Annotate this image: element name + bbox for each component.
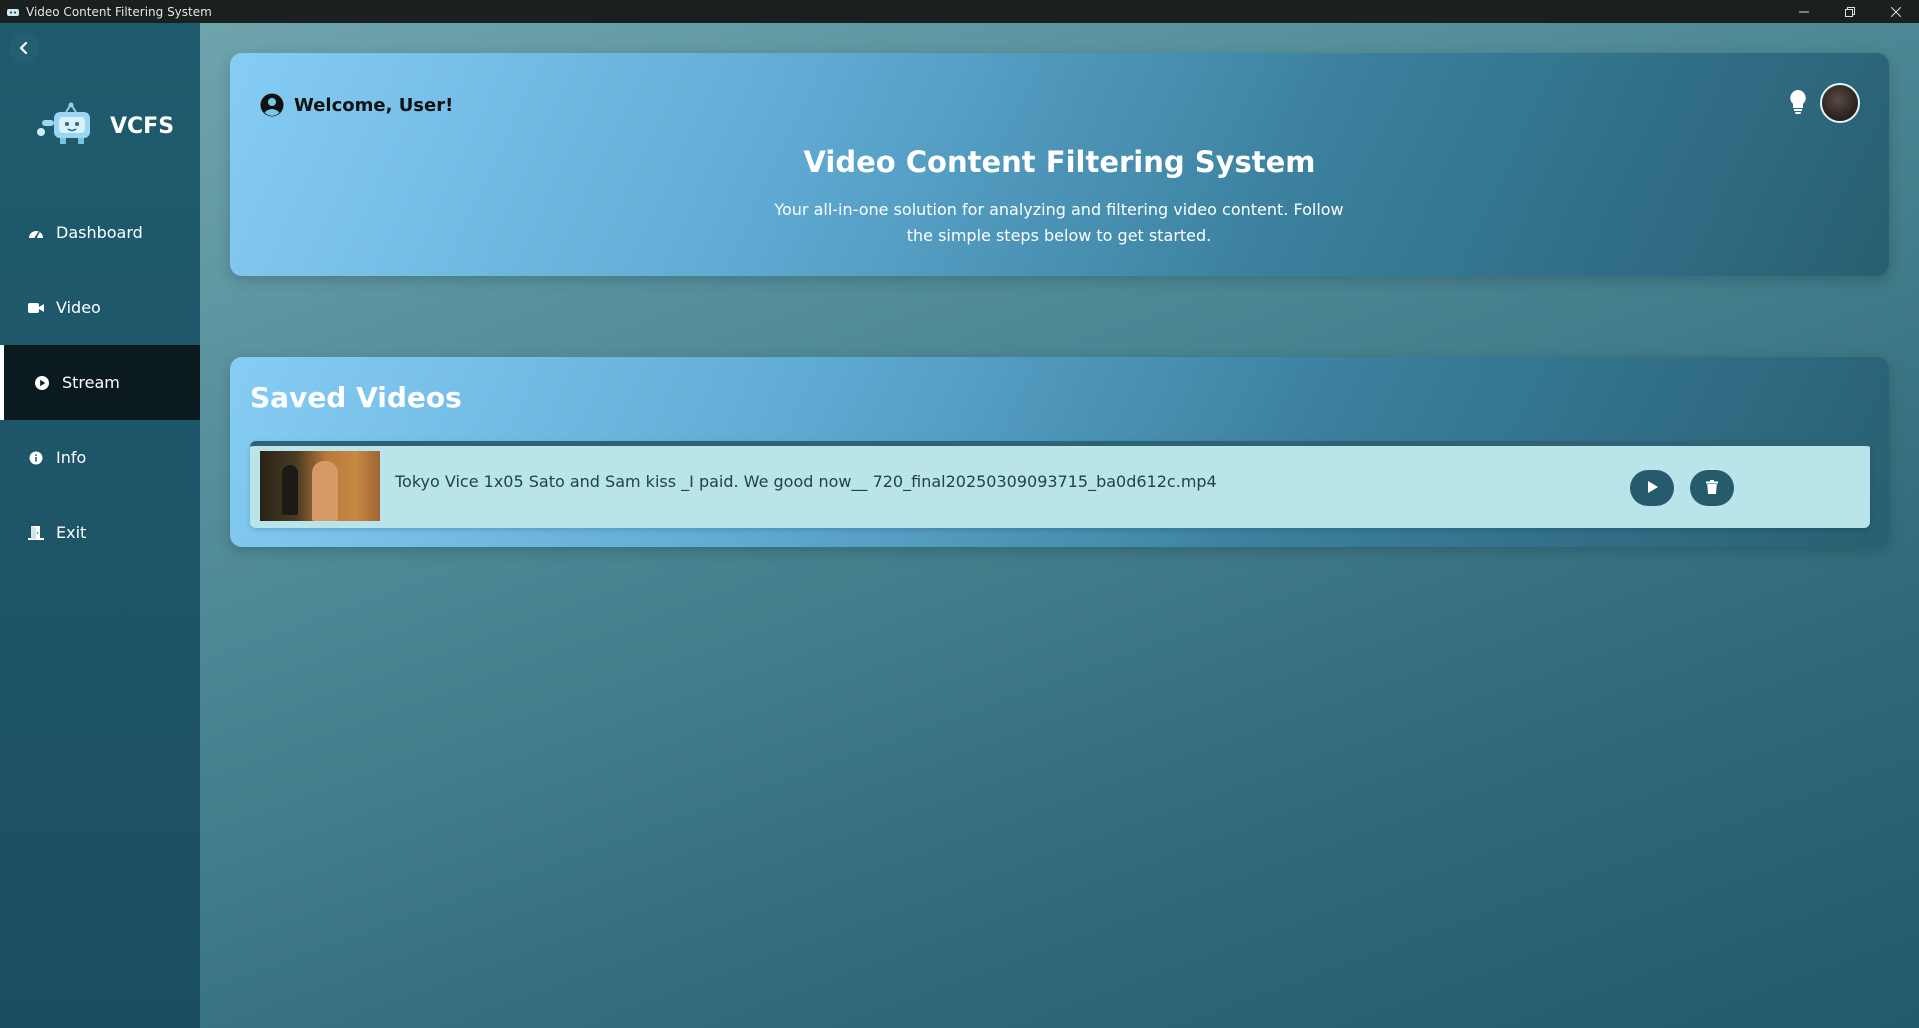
sidebar-item-label: Dashboard — [56, 223, 143, 242]
page-subtitle: Your all-in-one solution for analyzing a… — [774, 200, 1344, 245]
delete-video-button[interactable] — [1690, 470, 1734, 506]
video-camera-icon — [28, 300, 44, 316]
logo-text: VCFS — [110, 113, 175, 139]
minimize-button[interactable] — [1781, 0, 1827, 23]
info-icon — [28, 450, 44, 466]
play-icon — [1645, 479, 1659, 498]
avatar[interactable] — [1820, 83, 1860, 123]
welcome-card: Welcome, User! Video Content Filtering S… — [230, 53, 1889, 276]
sidebar-item-info[interactable]: Info — [0, 420, 200, 495]
window-title: Video Content Filtering System — [26, 4, 212, 19]
page-title: Video Content Filtering System — [803, 145, 1316, 179]
welcome-text: Welcome, User! — [294, 94, 454, 116]
section-title: Saved Videos — [250, 381, 462, 414]
exit-door-icon — [28, 525, 44, 541]
main-content: Welcome, User! Video Content Filtering S… — [200, 23, 1919, 1028]
sidebar: VCFS Dashboard Video Stream Info Exit — [0, 23, 200, 1028]
user-circle-icon — [260, 93, 284, 117]
video-filename: Tokyo Vice 1x05 Sato and Sam kiss _I pai… — [395, 472, 1217, 491]
sidebar-item-label: Info — [56, 448, 87, 467]
collapse-sidebar-button[interactable] — [9, 33, 39, 63]
dashboard-icon — [28, 225, 44, 241]
chevron-left-icon — [18, 39, 30, 58]
play-circle-icon — [34, 375, 50, 391]
sidebar-item-label: Exit — [56, 523, 87, 542]
close-button[interactable] — [1873, 0, 1919, 23]
welcome-greeting: Welcome, User! — [260, 93, 453, 117]
app-logo: VCFS — [36, 101, 186, 151]
video-thumbnail — [260, 451, 380, 521]
robot-tv-logo-icon — [36, 102, 98, 150]
list-item[interactable]: Tokyo Vice 1x05 Sato and Sam kiss _I pai… — [250, 441, 1870, 528]
lightbulb-icon — [1789, 89, 1807, 119]
sidebar-item-label: Video — [56, 298, 101, 317]
sidebar-item-dashboard[interactable]: Dashboard — [0, 195, 200, 270]
play-video-button[interactable] — [1630, 470, 1674, 506]
restore-button[interactable] — [1827, 0, 1873, 23]
sidebar-item-exit[interactable]: Exit — [0, 495, 200, 570]
sidebar-item-stream[interactable]: Stream — [0, 345, 200, 420]
saved-videos-card: Saved Videos Tokyo Vice 1x05 Sato and Sa… — [230, 357, 1889, 547]
sidebar-item-video[interactable]: Video — [0, 270, 200, 345]
sidebar-item-label: Stream — [62, 373, 120, 392]
window-titlebar: Video Content Filtering System — [0, 0, 1919, 23]
app-icon — [6, 5, 20, 19]
trash-icon — [1706, 479, 1718, 498]
theme-toggle-button[interactable] — [1787, 90, 1809, 118]
